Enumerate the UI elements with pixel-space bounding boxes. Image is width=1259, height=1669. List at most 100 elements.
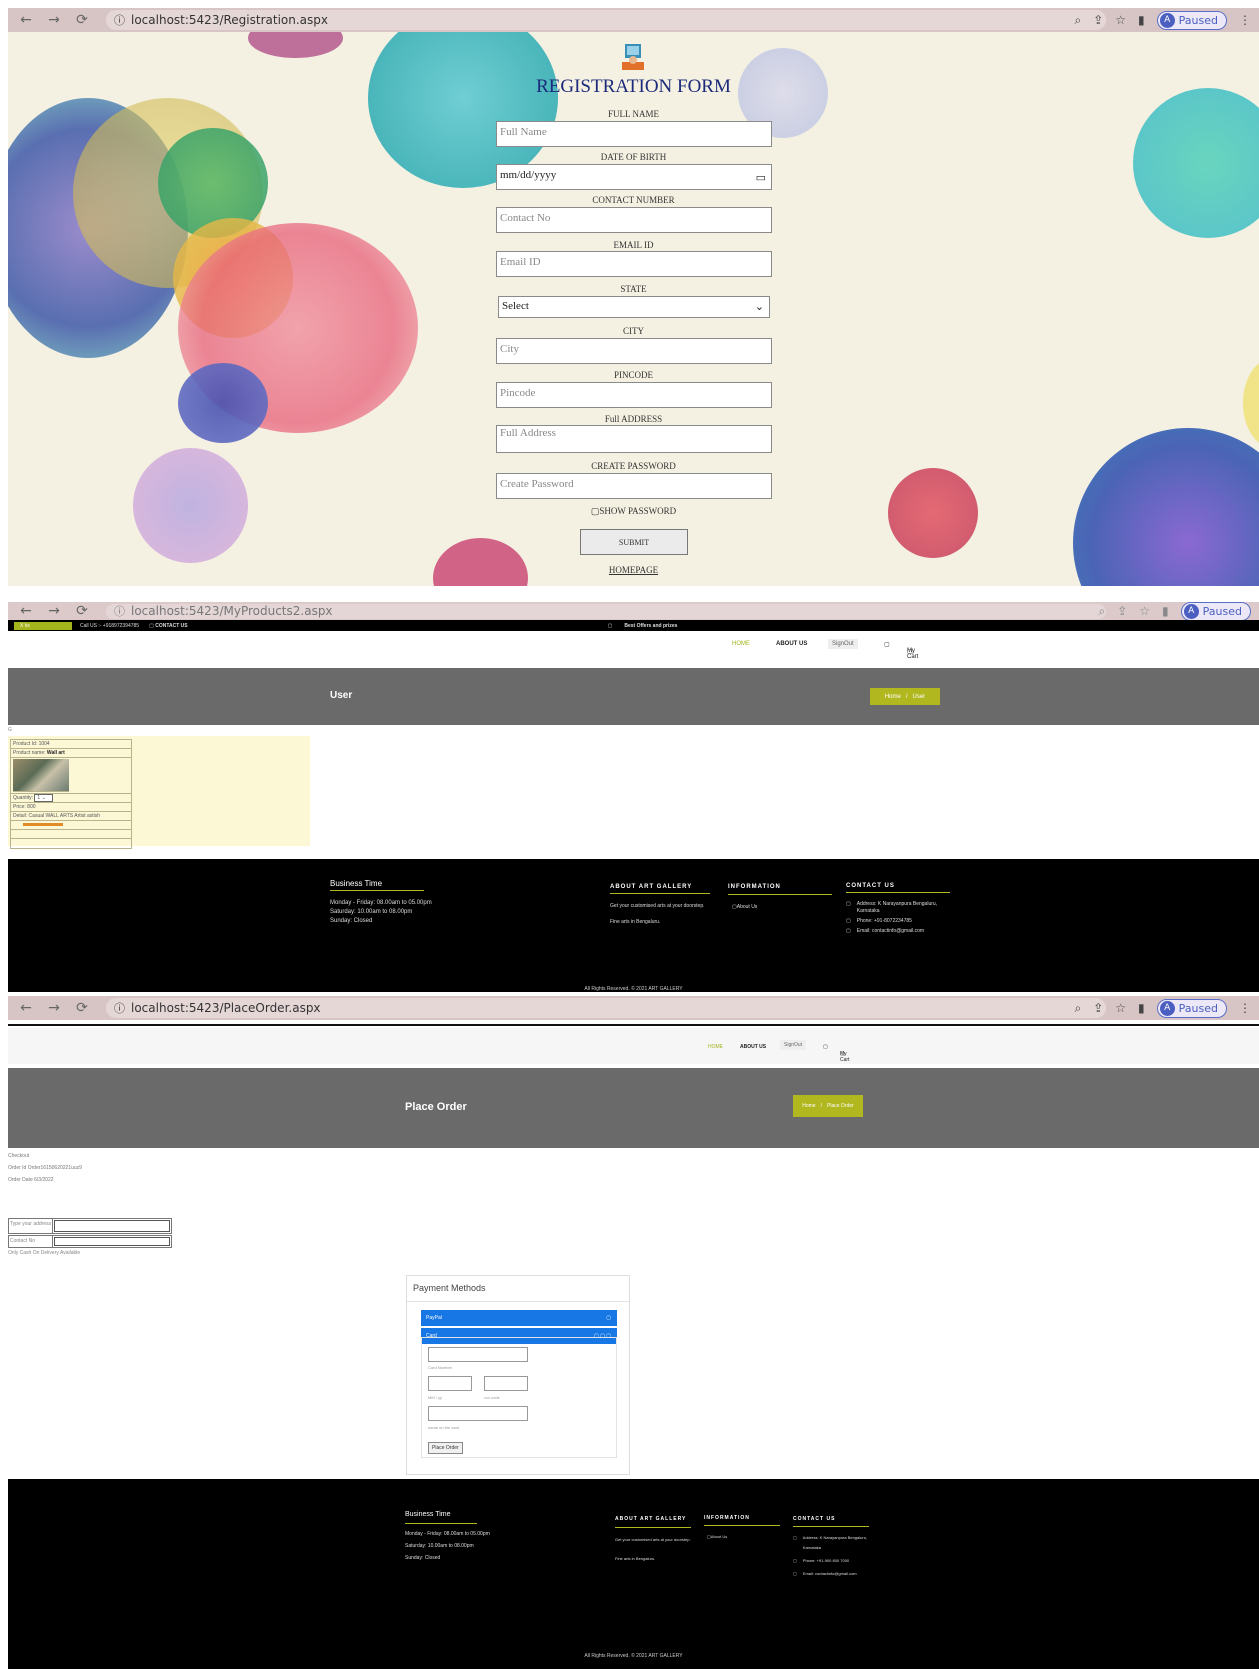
contact-input[interactable]: Contact No bbox=[496, 207, 772, 233]
phone-icon: ▢ bbox=[846, 918, 851, 924]
top-info-strip: X ks Call US :- +918972394785 ▢ CONTACT … bbox=[8, 620, 1259, 631]
dob-input[interactable]: mm/dd/yyyy ▭ bbox=[496, 164, 772, 190]
top-strip bbox=[8, 1024, 1259, 1026]
share-icon[interactable]: ⇪ bbox=[1093, 1001, 1103, 1015]
delivery-form: Type your address Contact No Only Cash O… bbox=[8, 1218, 172, 1256]
footer-email-row: ▢ Email: contactinfo@gmail.com bbox=[793, 1569, 869, 1579]
footer-hours-3: Sunday: Closed bbox=[330, 918, 373, 924]
footer-address: Address: K Narayanpura Bengaluru, Karnat… bbox=[802, 1535, 868, 1550]
language-select[interactable]: X ks bbox=[14, 621, 72, 630]
info-icon[interactable]: ⓘ bbox=[114, 603, 125, 619]
signout-button[interactable]: SignOut bbox=[780, 1040, 807, 1050]
reload-icon[interactable]: ⟳ bbox=[72, 12, 92, 28]
profile-button[interactable]: A Paused bbox=[1156, 998, 1227, 1018]
sidepanel-icon[interactable]: ▮ bbox=[1138, 1001, 1145, 1015]
show-password-row[interactable]: ▢SHOW PASSWORD bbox=[8, 506, 1259, 517]
homepage-link[interactable]: HOMEPAGE bbox=[8, 565, 1259, 575]
contact-link[interactable]: ▢ CONTACT US bbox=[149, 623, 188, 629]
star-icon[interactable]: ☆ bbox=[1115, 13, 1126, 27]
address-textarea[interactable]: Full Address bbox=[496, 425, 772, 453]
sidepanel-icon[interactable]: ▮ bbox=[1138, 13, 1145, 27]
forward-arrow-icon[interactable]: → bbox=[44, 603, 64, 619]
submit-button[interactable]: SUBMIT bbox=[580, 529, 688, 555]
password-label: CREATE PASSWORD bbox=[591, 461, 676, 471]
cart-label: My Cart bbox=[907, 648, 919, 660]
share-icon[interactable]: ⇪ bbox=[1117, 604, 1127, 618]
info-icon[interactable]: ⓘ bbox=[114, 1000, 125, 1016]
order-date: Order Date 6/3/2022 bbox=[8, 1177, 54, 1183]
add-to-cart-button[interactable] bbox=[23, 823, 63, 826]
calendar-icon[interactable]: ▭ bbox=[756, 171, 766, 184]
nav-home[interactable]: HOME bbox=[732, 641, 750, 647]
profile-button[interactable]: A Paused bbox=[1156, 10, 1227, 30]
reload-icon[interactable]: ⟳ bbox=[72, 1000, 92, 1016]
footer-email-row: ▢ Email: contactinfo@gmail.com bbox=[846, 928, 950, 935]
card-name-input[interactable] bbox=[428, 1406, 528, 1421]
product-image[interactable] bbox=[13, 759, 69, 792]
address-bar[interactable]: ⓘ localhost:5423/PlaceOrder.aspx bbox=[106, 998, 1106, 1018]
breadcrumb-home[interactable]: Home bbox=[802, 1103, 815, 1109]
star-icon[interactable]: ☆ bbox=[1115, 1001, 1126, 1015]
star-icon[interactable]: ☆ bbox=[1139, 604, 1150, 618]
nav-home[interactable]: HOME bbox=[708, 1044, 723, 1050]
share-icon[interactable]: ⇪ bbox=[1093, 13, 1103, 27]
state-select[interactable]: Select ⌄ bbox=[498, 296, 770, 318]
profile-status: Paused bbox=[1202, 604, 1242, 618]
card-name-label: name on the card bbox=[428, 1425, 460, 1430]
search-icon[interactable]: ▢ bbox=[884, 641, 890, 648]
product-table: Product Id: 1004 Product name: Wall art … bbox=[10, 739, 132, 849]
payment-panel: Payment Methods PayPal ▢ Card ▢ ▢ ▢ Card… bbox=[406, 1275, 630, 1475]
zoom-icon[interactable]: ⌕ bbox=[1098, 604, 1105, 619]
expiry-input[interactable] bbox=[428, 1376, 472, 1391]
footer-info-title: INFORMATION bbox=[728, 883, 832, 895]
menu-icon[interactable]: ⋮ bbox=[1239, 13, 1251, 27]
quantity-row: Quantity: 1 ⌄ bbox=[11, 794, 131, 803]
state-value: Select bbox=[502, 300, 529, 312]
footer-about-link[interactable]: ▢About Us bbox=[728, 903, 832, 912]
quantity-select[interactable]: 1 ⌄ bbox=[34, 794, 53, 802]
signout-button[interactable]: SignOut bbox=[828, 639, 858, 649]
browser-toolbar: ← → ⟳ ⓘ localhost:5423/MyProducts2.aspx … bbox=[8, 602, 1259, 621]
search-icon[interactable]: ▢ bbox=[823, 1044, 828, 1050]
address-textarea[interactable] bbox=[54, 1220, 170, 1232]
place-order-screen: ← → ⟳ ⓘ localhost:5423/PlaceOrder.aspx ⌕… bbox=[8, 996, 1259, 1669]
product-name-label: Product name: bbox=[13, 750, 46, 756]
password-input[interactable]: Create Password bbox=[496, 473, 772, 499]
breadcrumb-home[interactable]: Home bbox=[885, 694, 901, 700]
info-icon[interactable]: ⓘ bbox=[114, 12, 125, 28]
nav-about[interactable]: ABOUT US bbox=[776, 641, 807, 647]
address-bar[interactable]: ⓘ localhost:5423/MyProducts2.aspx bbox=[106, 603, 1106, 619]
place-order-button[interactable]: Place Order bbox=[428, 1442, 463, 1454]
back-arrow-icon[interactable]: ← bbox=[16, 603, 36, 619]
register-logo-icon bbox=[622, 44, 644, 70]
forward-arrow-icon[interactable]: → bbox=[44, 12, 64, 28]
checkout-label: Checkout bbox=[8, 1153, 30, 1159]
sidepanel-icon[interactable]: ▮ bbox=[1162, 604, 1169, 618]
forward-arrow-icon[interactable]: → bbox=[44, 1000, 64, 1016]
footer-copyright: All Rights Reserved. © 2021 ART GALLERY bbox=[584, 1653, 683, 1659]
paypal-option[interactable]: PayPal ▢ bbox=[421, 1310, 617, 1326]
stray-label: G bbox=[8, 727, 12, 733]
zoom-icon[interactable]: ⌕ bbox=[1074, 1001, 1081, 1016]
footer-contact: CONTACT US ▢ Address: K Narayanpura Benga… bbox=[846, 883, 950, 935]
footer-business-title: Business Time bbox=[330, 879, 424, 891]
avatar: A bbox=[1183, 603, 1199, 619]
contact-link-label: CONTACT US bbox=[155, 622, 188, 629]
reload-icon[interactable]: ⟳ bbox=[72, 603, 92, 619]
city-input[interactable]: City bbox=[496, 338, 772, 364]
contact-input[interactable] bbox=[54, 1237, 170, 1246]
profile-button[interactable]: A Paused bbox=[1180, 602, 1251, 621]
address-bar[interactable]: ⓘ localhost:5423/Registration.aspx bbox=[106, 10, 1106, 30]
menu-icon[interactable]: ⋮ bbox=[1239, 1001, 1251, 1015]
email-input[interactable]: Email ID bbox=[496, 251, 772, 277]
full-name-input[interactable]: Full Name bbox=[496, 121, 772, 147]
footer-about-link[interactable]: ▢About Us bbox=[704, 1532, 780, 1541]
footer-phone: Phone: +91-8072234785 bbox=[856, 918, 912, 924]
cvv-input[interactable] bbox=[484, 1376, 528, 1391]
nav-about[interactable]: ABOUT US bbox=[740, 1044, 766, 1050]
back-arrow-icon[interactable]: ← bbox=[16, 12, 36, 28]
zoom-icon[interactable]: ⌕ bbox=[1074, 13, 1081, 28]
pincode-input[interactable]: Pincode bbox=[496, 382, 772, 408]
card-number-input[interactable] bbox=[428, 1347, 528, 1362]
back-arrow-icon[interactable]: ← bbox=[16, 1000, 36, 1016]
